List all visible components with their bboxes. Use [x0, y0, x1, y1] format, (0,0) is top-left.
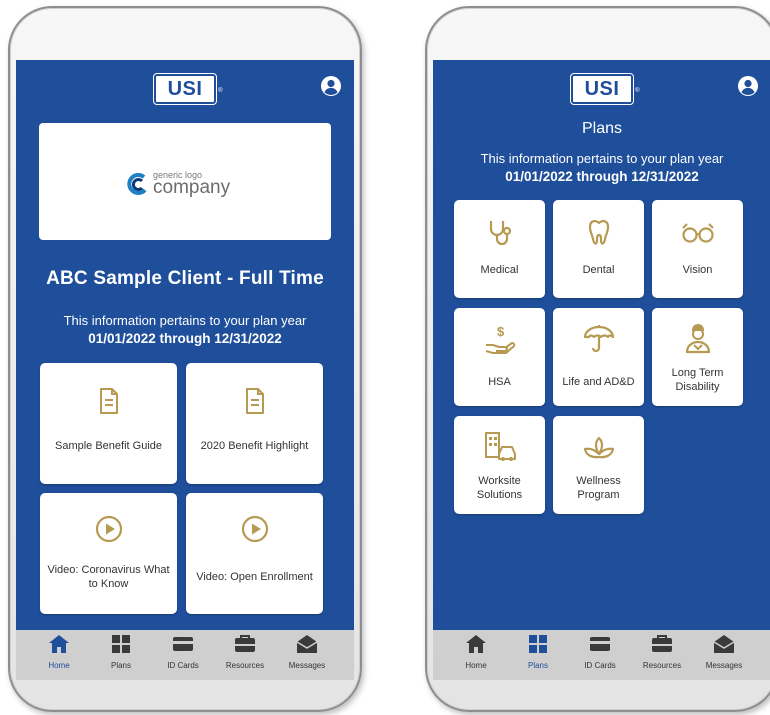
tile-label: 2020 Benefit Highlight	[200, 440, 309, 452]
tile-benefit-highlight[interactable]: 2020 Benefit Highlight	[186, 363, 323, 484]
page-title: Plans	[581, 120, 623, 137]
tile-label: Video: Coronavirus What to Know	[47, 564, 170, 590]
tile-sample-benefit-guide[interactable]: Sample Benefit Guide	[40, 363, 177, 484]
tile-vision[interactable]: Vision	[652, 200, 743, 298]
tile-label: HSA	[488, 376, 511, 388]
tile-label: Video: Open Enrollment	[196, 571, 313, 583]
tile-label: Sample Benefit Guide	[54, 440, 162, 452]
tab-id-cards[interactable]: ID Cards	[570, 634, 630, 670]
tile-worksite-solutions[interactable]: Worksite Solutions	[454, 416, 545, 514]
umbrella-icon	[583, 325, 614, 353]
tile-dental[interactable]: Dental	[553, 200, 644, 298]
glasses-icon	[681, 223, 714, 243]
home-icon	[466, 635, 486, 653]
envelope-icon	[713, 635, 735, 653]
tile-label: Life and AD&D	[562, 376, 635, 388]
account-icon[interactable]	[320, 75, 342, 97]
envelope-icon	[296, 635, 318, 653]
tile-label: Vision	[682, 264, 713, 276]
tab-plans[interactable]: Plans	[508, 634, 568, 670]
lotus-icon	[583, 436, 614, 459]
tab-home[interactable]: Home	[446, 634, 506, 670]
card-icon	[590, 637, 610, 651]
tile-wellness-program[interactable]: Wellness Program	[553, 416, 644, 514]
document-icon	[245, 388, 264, 414]
tile-long-term-disability[interactable]: Long Term Disability	[652, 308, 743, 406]
plan-note: This information pertains to your plan y…	[433, 150, 770, 186]
card-icon	[173, 637, 193, 651]
building-car-icon	[484, 432, 516, 461]
tab-resources[interactable]: Resources	[215, 634, 275, 670]
tile-label: Dental	[582, 264, 615, 276]
tile-label: Wellness Program	[576, 475, 621, 501]
toolbox-icon	[652, 635, 672, 652]
play-icon	[241, 515, 268, 543]
tab-label: Messages	[705, 661, 743, 670]
grid-icon	[529, 635, 547, 653]
tab-label: Home	[48, 661, 70, 670]
tile-video-coronavirus[interactable]: Video: Coronavirus What to Know	[40, 493, 177, 614]
tab-label: ID Cards	[584, 661, 616, 670]
toolbox-icon	[235, 635, 255, 652]
usi-logo-text: USI	[584, 78, 620, 100]
tab-messages[interactable]: Messages	[694, 634, 754, 670]
home-icon	[49, 635, 69, 653]
tab-messages[interactable]: Messages	[277, 634, 337, 670]
tab-label: Resources	[642, 661, 682, 670]
plan-note: This information pertains to your plan y…	[16, 312, 354, 348]
home-screen: USI ® generic logo company ABC Sample Cli…	[16, 60, 354, 680]
usi-logo: USI ®	[570, 73, 640, 105]
tab-label: Messages	[288, 661, 326, 670]
document-icon	[99, 388, 118, 414]
hand-dollar-icon: $	[485, 324, 515, 354]
account-icon[interactable]	[737, 75, 759, 97]
tile-medical[interactable]: Medical	[454, 200, 545, 298]
tab-label: Plans	[527, 661, 548, 670]
tab-label: ID Cards	[167, 661, 199, 670]
tab-plans[interactable]: Plans	[91, 634, 151, 670]
stethoscope-icon	[489, 221, 511, 246]
usi-logo-text: USI	[167, 78, 203, 100]
tile-life[interactable]: Life and AD&D	[553, 308, 644, 406]
company-logo: generic logo company	[127, 167, 267, 201]
client-title: ABC Sample Client - Full Time	[46, 268, 324, 289]
tab-label: Plans	[110, 661, 131, 670]
plan-dates: 01/01/2022 through 12/31/2022	[88, 331, 282, 346]
tab-bar: Home Plans ID Cards Resources Messages	[433, 630, 770, 680]
company-logo-swirl-icon	[127, 173, 147, 195]
tab-resources[interactable]: Resources	[632, 634, 692, 670]
svg-text:$: $	[497, 324, 505, 339]
tile-label: Worksite Solutions	[476, 475, 523, 501]
tile-label: Long Term Disability	[671, 367, 724, 393]
company-logo-card: generic logo company	[39, 123, 331, 240]
tab-bar: Home Plans ID Cards Resources Messages	[16, 630, 354, 680]
grid-icon	[112, 635, 130, 653]
phone-home: USI ® generic logo company ABC Sample Cli…	[8, 6, 362, 712]
tab-id-cards[interactable]: ID Cards	[153, 634, 213, 670]
tooth-icon	[588, 220, 609, 245]
tile-hsa[interactable]: $ HSA	[454, 308, 545, 406]
person-icon	[685, 324, 710, 354]
plans-screen: USI ® Plans This information pertains to …	[433, 60, 770, 680]
tab-label: Resources	[225, 661, 265, 670]
plan-note-text: This information pertains to your plan y…	[63, 313, 307, 328]
usi-logo: USI ®	[153, 73, 223, 105]
play-icon	[95, 515, 122, 543]
tile-label: Medical	[480, 264, 519, 276]
tile-video-open-enrollment[interactable]: Video: Open Enrollment	[186, 493, 323, 614]
phone-plans: USI ® Plans This information pertains to …	[425, 6, 770, 712]
company-logo-name: company	[153, 177, 231, 198]
plan-note-text: This information pertains to your plan y…	[480, 151, 724, 166]
plan-dates: 01/01/2022 through 12/31/2022	[505, 169, 699, 184]
tab-home[interactable]: Home	[29, 634, 89, 670]
tab-label: Home	[465, 661, 487, 670]
